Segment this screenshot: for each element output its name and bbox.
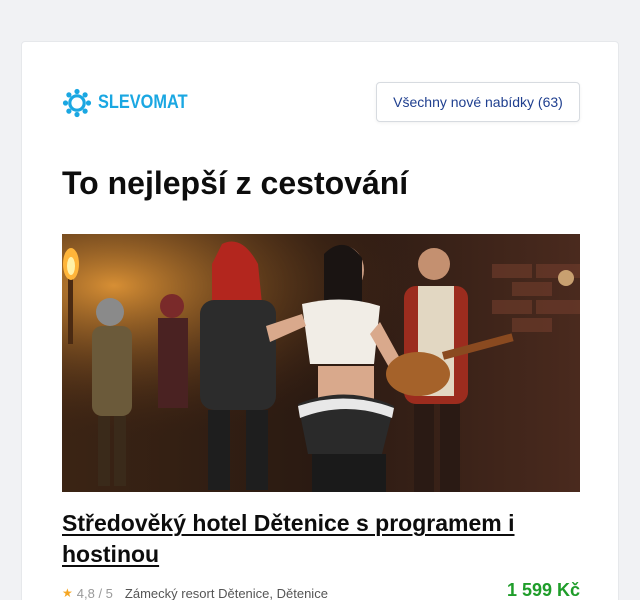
star-icon: ★	[62, 586, 73, 600]
offer-location: Zámecký resort Dětenice, Dětenice	[124, 585, 328, 600]
section-title: To nejlepší z cestování	[62, 165, 409, 201]
brand-name: SLEVOMAT	[98, 92, 188, 113]
offer-price: 1 599 Kč	[506, 580, 580, 600]
header: SLEVOMAT Všechny nové nabídky (63)	[62, 82, 580, 122]
gear-logo-icon	[62, 88, 92, 118]
slevomat-logo[interactable]: SLEVOMAT	[62, 88, 202, 118]
hero-illustration	[62, 234, 580, 492]
offer-image[interactable]	[62, 234, 580, 492]
newsletter-card: SLEVOMAT Všechny nové nabídky (63) To ne…	[21, 41, 619, 600]
all-offers-button[interactable]: Všechny nové nabídky (63)	[376, 82, 580, 122]
rating-value: 4,8 / 5	[76, 585, 113, 600]
offer-meta: ★ 4,8 / 5 Zámecký resort Dětenice, Děten…	[62, 580, 580, 600]
offer-title-link[interactable]: Středověký hotel Dětenice s programem i …	[62, 508, 562, 570]
offer-rating: ★ 4,8 / 5	[62, 586, 113, 600]
